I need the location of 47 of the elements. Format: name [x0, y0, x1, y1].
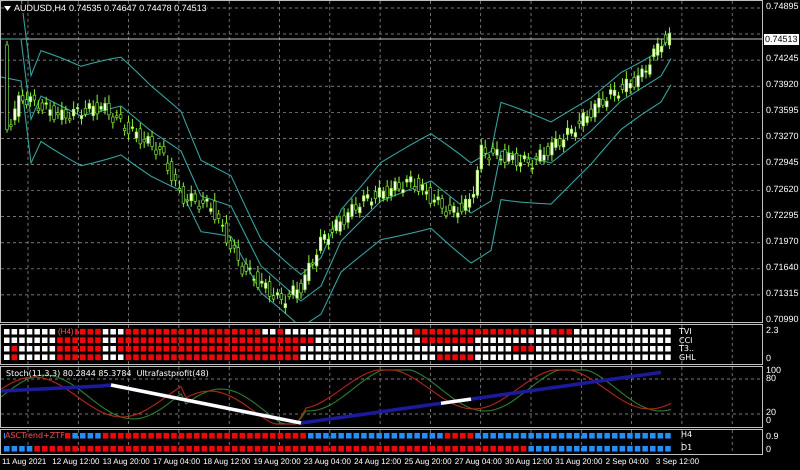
axis-label: 2.3: [766, 326, 779, 335]
price-label: 0.74895: [766, 2, 799, 11]
axis-label: 100: [766, 366, 782, 376]
time-label: 12 Aug 12:00: [52, 458, 100, 466]
current-price-label: 0.74513: [764, 34, 799, 45]
price-label: 0.71640: [766, 262, 799, 272]
panel-title: Stoch(11,3,3) 80.2844 85.3784 Ultrafastprofit(48): [6, 370, 209, 378]
axis-label: 20: [766, 408, 776, 418]
time-label: 30 Aug 12:00: [505, 458, 552, 466]
price-label: 0.74245: [766, 54, 799, 64]
signal-row-label: TVI: [679, 328, 692, 336]
axis-label: 0: [766, 444, 772, 454]
dropdown-triangle-icon[interactable]: [4, 6, 11, 11]
time-label: 25 Aug 20:00: [404, 458, 452, 466]
ohlc-values: 0.74535 0.74647 0.74478 0.74513: [69, 4, 207, 13]
symbol-label: AUDUSD,H4: [14, 4, 66, 13]
price-label: 0.73595: [766, 106, 799, 116]
axis-label: 0: [766, 416, 772, 426]
time-label: 31 Aug 20:00: [555, 458, 602, 466]
price-label: 0.73270: [766, 132, 799, 142]
time-label: 3 Sep 12:00: [656, 458, 700, 466]
panel-title: (H4): [57, 328, 75, 336]
axis-label: 0: [766, 354, 772, 363]
time-label: 27 Aug 04:00: [454, 458, 502, 466]
time-label: 11 Aug 2021: [2, 458, 46, 466]
price-label: 0.70990: [766, 314, 799, 324]
price-label: 0.73920: [766, 80, 799, 90]
price-label: 0.71315: [766, 288, 799, 298]
price-label: 0.72945: [766, 158, 799, 168]
time-label: 19 Aug 20:00: [254, 458, 301, 466]
time-label: 23 Aug 04:00: [304, 458, 351, 466]
time-label: 24 Aug 12:00: [354, 458, 402, 466]
trend-row-label: H4: [681, 430, 692, 439]
time-label: 13 Aug 20:00: [102, 458, 150, 466]
time-label: 2 Sep 04:00: [606, 458, 649, 466]
time-label: 17 Aug 04:00: [152, 458, 200, 466]
signal-row-label: GHL: [679, 354, 696, 362]
price-label: 0.72295: [766, 210, 799, 220]
time-label: 18 Aug 12:00: [203, 458, 250, 466]
trend-row-label: D1: [681, 444, 692, 452]
axis-label: 80: [766, 374, 776, 384]
signal-row-label: CCI: [679, 336, 693, 344]
price-label: 0.72620: [766, 184, 799, 194]
signal-row-label: T3..: [679, 345, 694, 353]
panel-title: ASCTrend+ZTF: [5, 432, 65, 440]
price-label: 0.71970: [766, 236, 799, 246]
axis-label: 0.9: [766, 432, 779, 441]
